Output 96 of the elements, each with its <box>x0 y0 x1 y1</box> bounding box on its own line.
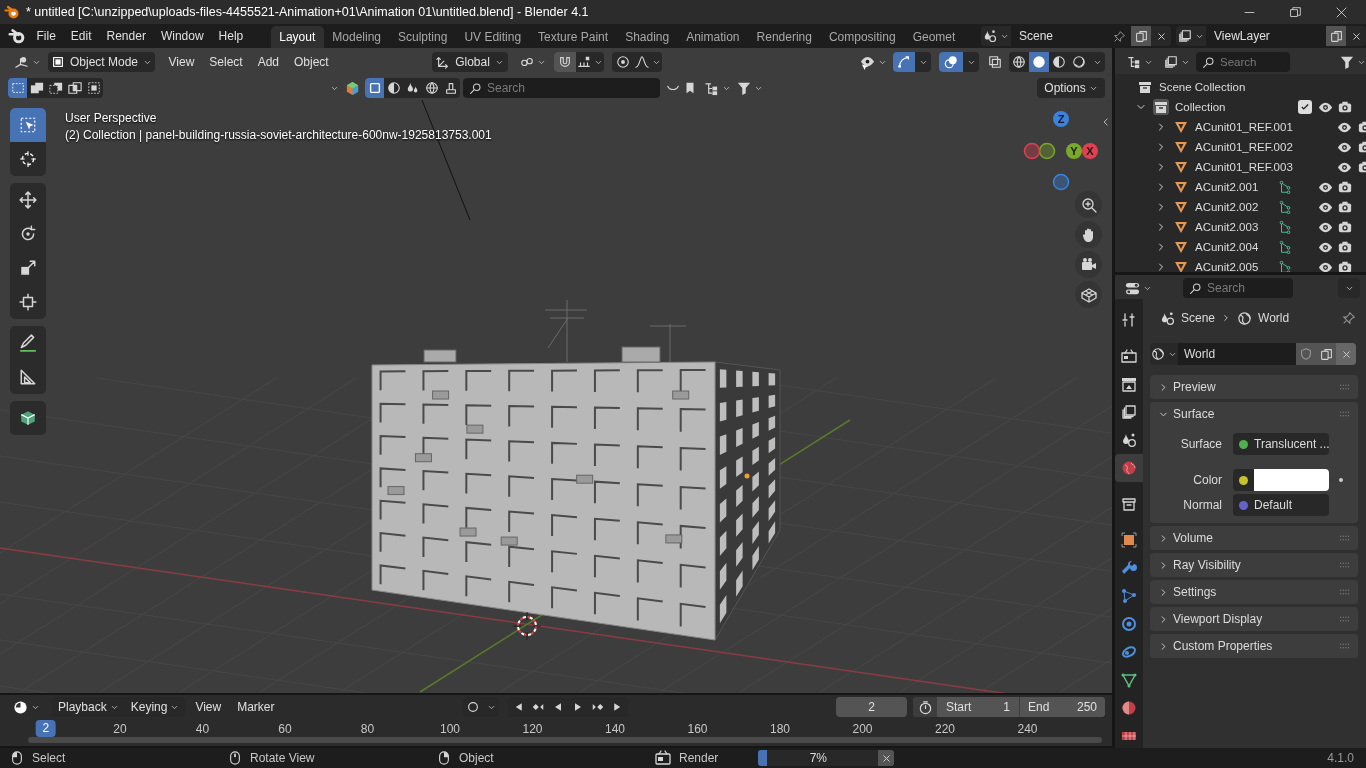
menu-item[interactable]: Render <box>99 25 154 47</box>
workspace-tab[interactable]: Texture Paint <box>529 26 617 48</box>
workspace-tab[interactable]: Geomet <box>904 26 964 48</box>
window-title: * untitled [C:\unzipped\uploads-files-4455521-Animation+01\Animation 01\untitled.blend] - Blender 4.1 <box>26 5 589 19</box>
workspace-tab[interactable]: UV Editing <box>455 26 530 48</box>
frame-number: 60 <box>278 722 292 736</box>
menu-dropdown[interactable]: Keying <box>124 697 186 717</box>
field-label: Normal <box>1182 498 1222 512</box>
view-layer-name-field[interactable]: ViewLayer <box>1206 26 1326 46</box>
frame-number: 160 <box>687 722 708 736</box>
search-input[interactable]: Search <box>487 81 654 95</box>
frame-number: 40 <box>195 722 210 736</box>
menu-item[interactable]: Add <box>250 52 287 72</box>
properties-search-field[interactable]: Search <box>1183 278 1293 298</box>
outliner-row[interactable]: Scene Collection <box>1115 77 1366 97</box>
job-label: Render <box>679 751 719 765</box>
frame-number: 80 <box>360 722 375 736</box>
search-field[interactable]: Search <box>463 78 660 98</box>
outliner-row[interactable]: ACunit2.001 <box>1115 177 1366 197</box>
item-name: ACunit01_REF.003 <box>1195 161 1293 173</box>
frame-number: 180 <box>770 722 790 736</box>
menu-item[interactable]: Window <box>153 25 212 47</box>
orientation-dropdown[interactable]: Global <box>432 52 508 72</box>
status-hint: Select <box>32 751 66 765</box>
playhead[interactable]: 2 <box>35 720 57 737</box>
mode-dropdown[interactable]: Object Mode <box>48 52 155 72</box>
menu-dropdown[interactable]: Playback <box>52 697 125 717</box>
item-name: Collection <box>1175 101 1227 113</box>
frame-number: 220 <box>935 722 955 736</box>
menu-item[interactable]: View <box>161 52 202 72</box>
input-field[interactable]: Default <box>1233 494 1329 516</box>
item-name: ACunit2.004 <box>1195 241 1260 253</box>
item-name: ACunit2.005 <box>1195 261 1260 272</box>
shader-field[interactable]: Translucent ... <box>1233 433 1329 455</box>
workspace-tab[interactable]: Sculpting <box>389 26 456 48</box>
frame-number: 140 <box>605 722 625 736</box>
menu-item[interactable]: Marker <box>229 697 283 717</box>
outliner-row[interactable]: ACunit01_REF.001 <box>1115 117 1366 137</box>
item-name: ACunit01_REF.001 <box>1195 121 1293 133</box>
workspace-tab[interactable]: Compositing <box>820 26 905 48</box>
viewport-info-text: User Perspective <box>65 110 157 127</box>
axis-handle[interactable]: X <box>1082 143 1098 159</box>
outliner-search-field[interactable]: Search <box>1196 52 1290 72</box>
outliner-row[interactable]: Collection <box>1115 97 1366 117</box>
frame-number: 200 <box>852 722 873 736</box>
workspace-tab[interactable]: Rendering <box>748 26 821 48</box>
status-hint: Rotate View <box>250 751 315 765</box>
version-text: 4.1.0 <box>1327 751 1354 765</box>
status-hint: Object <box>459 751 494 765</box>
outliner-row[interactable]: ACunit2.003 <box>1115 217 1366 237</box>
item-name: ACunit2.002 <box>1195 201 1260 213</box>
panel-header[interactable]: Ray Visibility <box>1150 553 1358 577</box>
item-name: ACunit01_REF.002 <box>1195 141 1293 153</box>
panel-header[interactable]: Preview <box>1150 375 1358 399</box>
panel-header[interactable]: Viewport Display <box>1150 607 1358 631</box>
workspace-tab[interactable]: Shading <box>616 26 678 48</box>
axis-handle[interactable]: Z <box>1053 111 1069 127</box>
workspace-tab[interactable]: Animation <box>677 26 749 48</box>
progress-text: 7% <box>808 751 829 765</box>
menu-item[interactable]: Object <box>286 52 337 72</box>
panel-header[interactable]: Surface <box>1150 402 1358 426</box>
menu-item[interactable]: File <box>29 25 64 47</box>
menu-item[interactable]: View <box>187 697 230 717</box>
outliner-row[interactable]: ACunit01_REF.003 <box>1115 157 1366 177</box>
item-name: Scene Collection <box>1159 81 1247 93</box>
options-dropdown[interactable]: Options <box>1037 78 1105 98</box>
frame-number: 120 <box>522 722 543 736</box>
menu-item[interactable]: Select <box>201 52 251 72</box>
axis-handle[interactable]: Y <box>1066 143 1082 159</box>
workspace-tab[interactable]: Modeling <box>323 26 390 48</box>
panel-header[interactable]: Volume <box>1150 526 1358 550</box>
breadcrumb-item: Scene <box>1181 311 1216 325</box>
menu-item[interactable]: Help <box>211 25 251 47</box>
field-label: Color <box>1192 473 1222 487</box>
search-input[interactable]: Search <box>1220 56 1284 68</box>
menu-item[interactable]: Edit <box>63 25 100 47</box>
frame-number: 20 <box>113 722 127 736</box>
panel-header[interactable]: Custom Properties <box>1150 634 1358 658</box>
field-label: Surface <box>1179 437 1222 451</box>
outliner-row[interactable]: ACunit2.002 <box>1115 197 1366 217</box>
search-input[interactable]: Search <box>1207 281 1287 295</box>
frame-number: 100 <box>440 722 460 736</box>
outliner-row[interactable]: ACunit2.005 <box>1115 257 1366 272</box>
breadcrumb-item: World <box>1258 311 1290 325</box>
world-name-field[interactable]: World <box>1178 343 1296 365</box>
workspace-tab[interactable]: Layout <box>270 26 324 48</box>
panel-header[interactable]: Settings <box>1150 580 1358 604</box>
scene-name-field[interactable]: Scene <box>1011 26 1131 46</box>
item-name: ACunit2.003 <box>1195 221 1260 233</box>
outliner-row[interactable]: ACunit2.004 <box>1115 237 1366 257</box>
outliner-row[interactable]: ACunit01_REF.002 <box>1115 137 1366 157</box>
viewport-info-text: (2) Collection | panel-building-russia-soviet-architecture-600nw-1925813753.001 <box>65 127 492 144</box>
frame-number: 240 <box>1017 722 1038 736</box>
end-frame-field[interactable]: End 250 <box>1019 697 1105 717</box>
item-name: ACunit2.001 <box>1195 181 1260 193</box>
current-frame-field[interactable]: 2 <box>836 697 907 717</box>
